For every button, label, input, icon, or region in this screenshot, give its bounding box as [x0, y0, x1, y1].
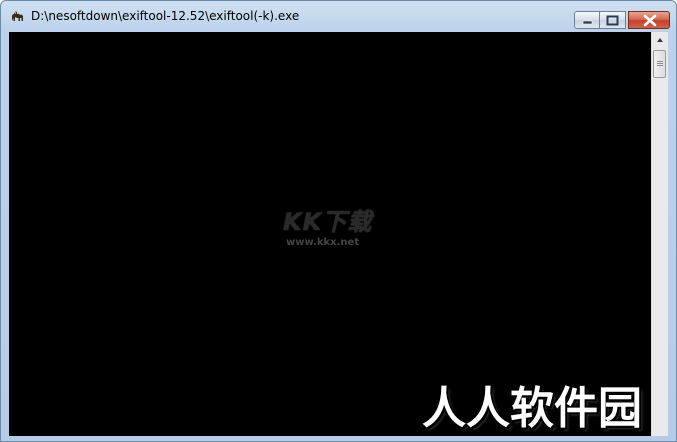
minimize-icon [582, 20, 593, 25]
watermark-site-name: 人人软件园 [422, 383, 642, 434]
thumb-grip-line [657, 61, 663, 62]
thumb-grip-line [657, 65, 663, 66]
scroll-up-button[interactable] [652, 32, 668, 49]
minimize-button[interactable] [574, 11, 600, 29]
thumb-grip-line [657, 63, 663, 64]
watermark-logo: KK下载 [283, 208, 373, 236]
title-bar[interactable]: D:\nesoftdown\exiftool-12.52\exiftool(-k… [1, 1, 676, 31]
maximize-button[interactable] [600, 11, 626, 29]
scrollbar-thumb[interactable] [653, 50, 666, 78]
close-button[interactable] [628, 11, 670, 29]
window-title: D:\nesoftdown\exiftool-12.52\exiftool(-k… [31, 9, 300, 23]
chevron-up-icon [657, 38, 663, 42]
vertical-scrollbar[interactable] [651, 32, 668, 436]
maximize-icon [606, 15, 619, 26]
close-icon [643, 14, 657, 27]
watermark-url: www.kkx.net [286, 237, 360, 248]
camel-icon[interactable] [10, 9, 26, 25]
